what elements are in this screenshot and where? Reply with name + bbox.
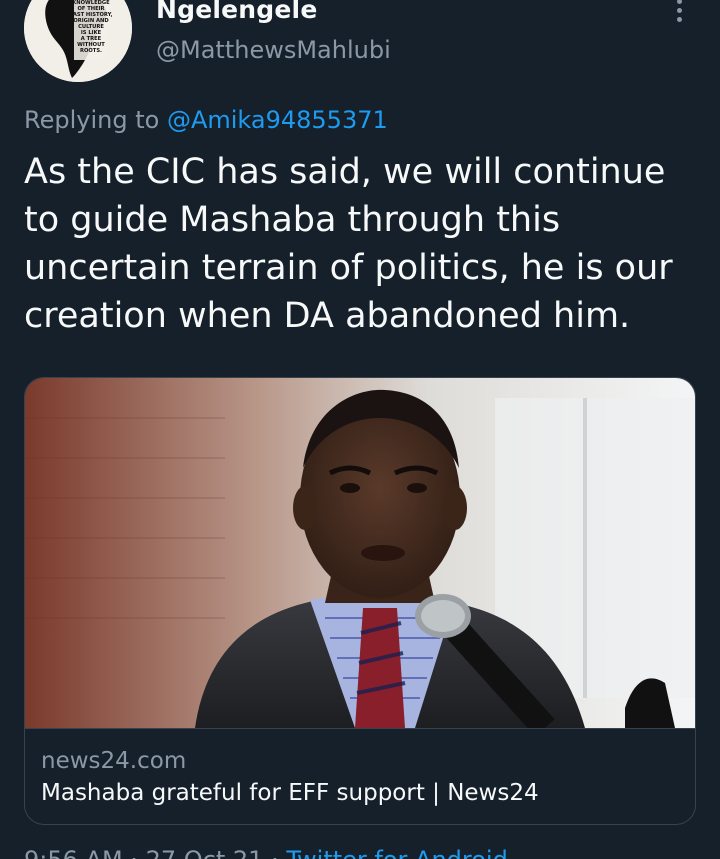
avatar[interactable]: KNOWLEDGE OF THEIR PAST HISTORY, ORIGIN …: [24, 0, 132, 82]
tweet-meta: 9:56 AM · 27 Oct 21 · Twitter for Androi…: [24, 846, 508, 859]
avatar-text-line: ROOTS.: [80, 48, 102, 54]
card-image: [25, 378, 695, 728]
user-handle[interactable]: @MatthewsMahlubi: [156, 36, 391, 64]
meta-separator: ·: [271, 846, 279, 859]
more-vertical-icon[interactable]: [664, 0, 696, 30]
meta-separator: ·: [130, 846, 138, 859]
card-photo: [25, 378, 695, 728]
tweet-date[interactable]: 27 Oct 21: [146, 846, 264, 859]
card-divider: [25, 728, 695, 729]
reply-mention-link[interactable]: @Amika94855371: [167, 106, 388, 134]
tweet-detail: KNOWLEDGE OF THEIR PAST HISTORY, ORIGIN …: [0, 0, 720, 859]
card-domain: news24.com: [41, 748, 187, 774]
display-name[interactable]: Ngelengele: [156, 0, 317, 24]
tweet-text: As the CIC has said, we will continue to…: [24, 152, 673, 336]
replying-prefix: Replying to: [24, 106, 160, 134]
replying-to: Replying to @Amika94855371: [24, 106, 388, 134]
card-title: Mashaba grateful for EFF support | News2…: [41, 780, 539, 806]
tweet-source-link[interactable]: Twitter for Android: [286, 846, 507, 859]
tweet-time[interactable]: 9:56 AM: [24, 846, 123, 859]
link-preview-card[interactable]: news24.com Mashaba grateful for EFF supp…: [24, 377, 696, 825]
avatar-image: KNOWLEDGE OF THEIR PAST HISTORY, ORIGIN …: [24, 0, 132, 82]
